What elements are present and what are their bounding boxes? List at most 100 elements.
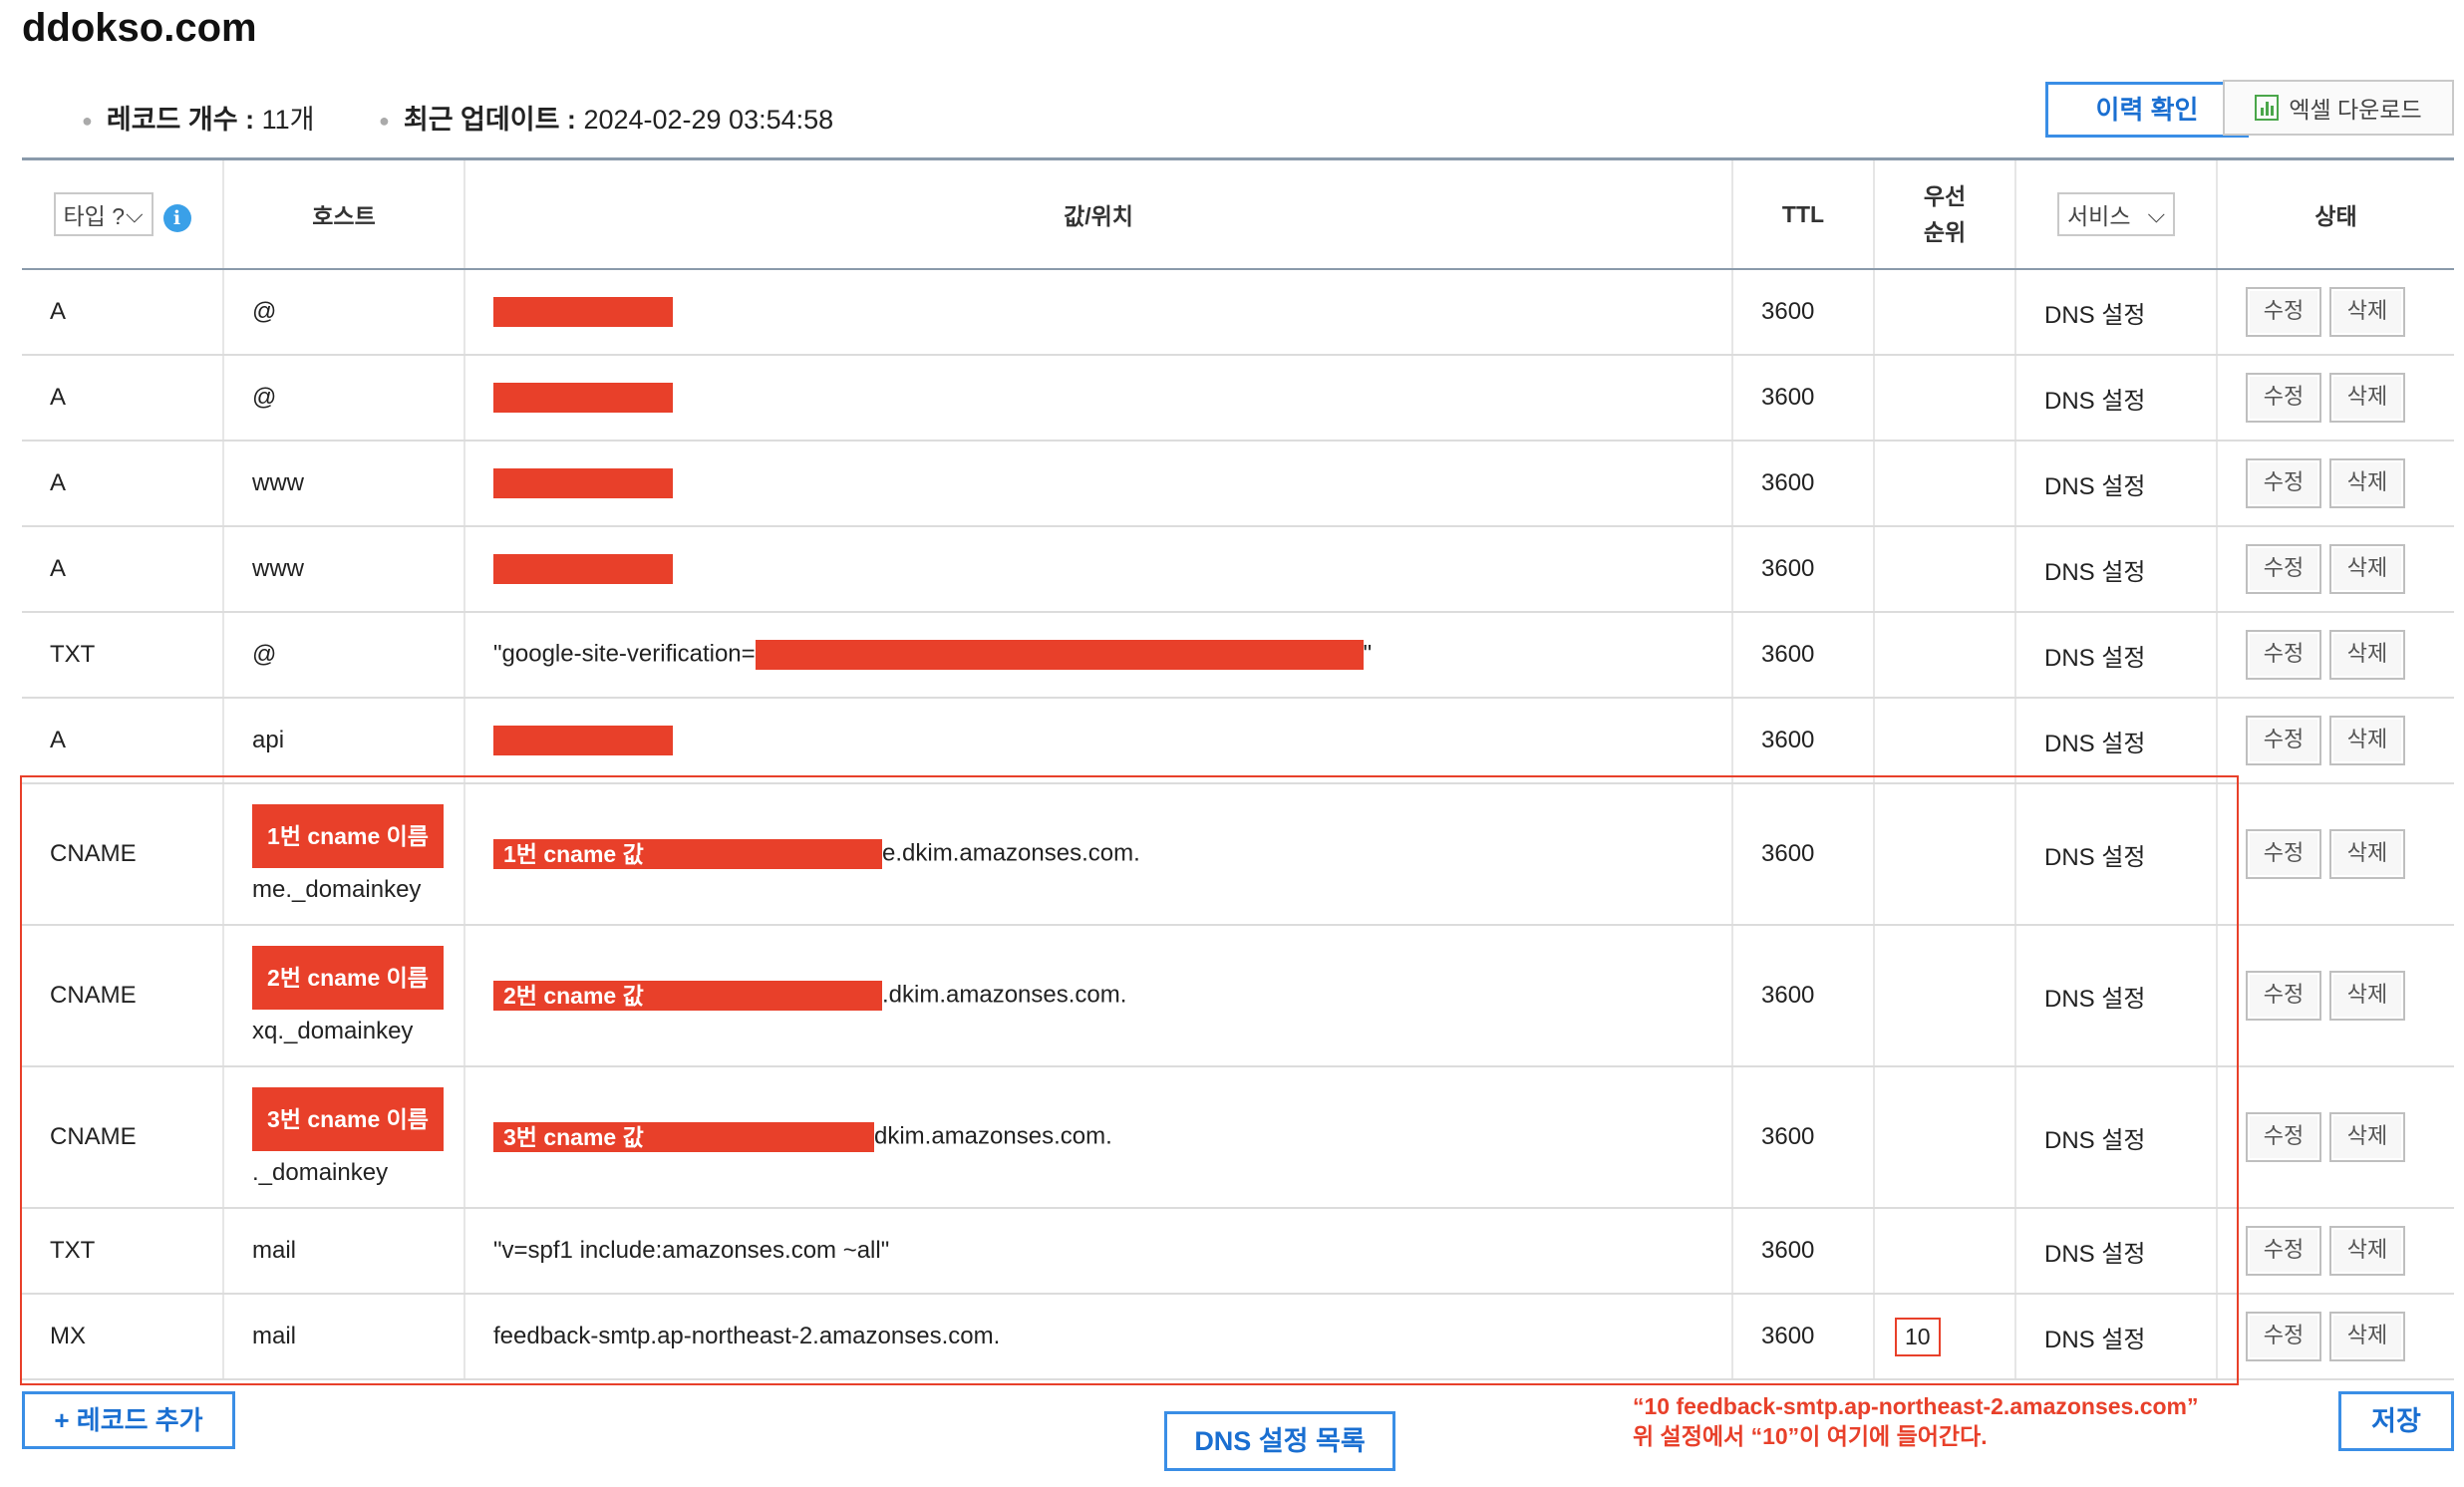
type-filter-label: 타입 ? bbox=[63, 203, 126, 229]
record-host: @ bbox=[222, 612, 464, 699]
record-priority bbox=[1873, 269, 2015, 356]
record-value-suffix: " bbox=[1363, 640, 1373, 668]
service-filter-label: 서비스 bbox=[2067, 203, 2131, 229]
record-service: DNS 설정 bbox=[2014, 783, 2217, 926]
dns-record-table: 타입 ? ⌵ i 호스트 값/위치 TTL 우선 순위 서비스 ⌵ 상태 A @ 36… bbox=[22, 157, 2454, 1380]
edit-button[interactable]: 수정 bbox=[2246, 1112, 2321, 1162]
record-value-prefix: "google-site-verification= bbox=[493, 640, 756, 668]
bullet-icon: ● bbox=[379, 111, 390, 132]
table-row: A api 3600 DNS 설정 수정 삭제 bbox=[22, 698, 2454, 784]
dns-list-button[interactable]: DNS 설정 목록 bbox=[1164, 1411, 1395, 1471]
excel-download-button[interactable]: 엑셀 다운로드 bbox=[2223, 80, 2454, 136]
type-filter-select[interactable]: 타입 ? ⌵ bbox=[53, 192, 154, 236]
record-service: DNS 설정 bbox=[2014, 441, 2217, 527]
edit-button[interactable]: 수정 bbox=[2246, 630, 2321, 680]
redaction-bar bbox=[493, 726, 673, 755]
record-host: @ bbox=[222, 355, 464, 442]
cname-name-annotation: 2번 cname 이름 bbox=[252, 946, 444, 1010]
edit-button[interactable]: 수정 bbox=[2246, 829, 2321, 879]
record-priority bbox=[1873, 1066, 2015, 1209]
delete-button[interactable]: 삭제 bbox=[2329, 716, 2405, 765]
edit-button[interactable]: 수정 bbox=[2246, 544, 2321, 594]
edit-button[interactable]: 수정 bbox=[2246, 1312, 2321, 1361]
priority-header-line1: 우선 bbox=[1923, 183, 1967, 209]
edit-button[interactable]: 수정 bbox=[2246, 287, 2321, 337]
record-host: mail bbox=[222, 1208, 464, 1295]
record-service: DNS 설정 bbox=[2014, 1208, 2217, 1295]
record-value bbox=[463, 269, 1732, 356]
type-header: 타입 ? ⌵ i bbox=[22, 158, 223, 270]
record-actions: 수정 삭제 bbox=[2216, 698, 2454, 784]
redaction-bar bbox=[493, 468, 673, 498]
last-update-value: 2024-02-29 03:54:58 bbox=[583, 105, 834, 135]
redaction-bar bbox=[493, 554, 673, 584]
record-value: 3번 cname 값 dkim.amazonses.com. bbox=[463, 1066, 1732, 1209]
record-value-suffix: e.dkim.amazonses.com. bbox=[882, 839, 1140, 867]
record-count: ● 레코드 개수 : 11개 bbox=[82, 98, 314, 137]
table-row: CNAME 2번 cname 이름 xq._domainkey 2번 cname … bbox=[22, 925, 2454, 1067]
edit-button[interactable]: 수정 bbox=[2246, 716, 2321, 765]
table-row: A @ 3600 DNS 설정 수정 삭제 bbox=[22, 355, 2454, 442]
value-header: 값/위치 bbox=[463, 158, 1732, 270]
add-record-button[interactable]: + 레코드 추가 bbox=[22, 1391, 235, 1449]
record-ttl: 3600 bbox=[1731, 698, 1874, 784]
edit-button[interactable]: 수정 bbox=[2246, 373, 2321, 423]
redaction-bar bbox=[493, 383, 673, 413]
edit-button[interactable]: 수정 bbox=[2246, 458, 2321, 508]
record-ttl: 3600 bbox=[1731, 1066, 1874, 1209]
record-type: CNAME bbox=[22, 925, 223, 1067]
last-update-label: 최근 업데이트 : bbox=[403, 105, 576, 135]
delete-button[interactable]: 삭제 bbox=[2329, 630, 2405, 680]
excel-download-label: 엑셀 다운로드 bbox=[2289, 97, 2422, 123]
record-service: DNS 설정 bbox=[2014, 612, 2217, 699]
record-ttl: 3600 bbox=[1731, 526, 1874, 613]
record-host: 2번 cname 이름 xq._domainkey bbox=[222, 925, 464, 1067]
record-count-value: 11개 bbox=[261, 105, 315, 135]
record-service: DNS 설정 bbox=[2014, 1066, 2217, 1209]
cname-value-annotation: 3번 cname 값 bbox=[493, 1122, 874, 1152]
record-actions: 수정 삭제 bbox=[2216, 269, 2454, 356]
edit-button[interactable]: 수정 bbox=[2246, 1226, 2321, 1276]
record-priority bbox=[1873, 355, 2015, 442]
annotation-note-line1: “10 feedback-smtp.ap-northeast-2.amazons… bbox=[1633, 1393, 2199, 1419]
delete-button[interactable]: 삭제 bbox=[2329, 829, 2405, 879]
info-icon[interactable]: i bbox=[162, 203, 191, 232]
delete-button[interactable]: 삭제 bbox=[2329, 287, 2405, 337]
record-priority bbox=[1873, 925, 2015, 1067]
delete-button[interactable]: 삭제 bbox=[2329, 1312, 2405, 1361]
delete-button[interactable]: 삭제 bbox=[2329, 1226, 2405, 1276]
table-row: A www 3600 DNS 설정 수정 삭제 bbox=[22, 441, 2454, 527]
table-header: 타입 ? ⌵ i 호스트 값/위치 TTL 우선 순위 서비스 ⌵ 상태 bbox=[22, 158, 2454, 270]
table-row: MX mail feedback-smtp.ap-northeast-2.ama… bbox=[22, 1294, 2454, 1380]
record-service: DNS 설정 bbox=[2014, 269, 2217, 356]
delete-button[interactable]: 삭제 bbox=[2329, 373, 2405, 423]
table-row: TXT @ "google-site-verification= " 3600 D… bbox=[22, 612, 2454, 699]
service-filter-select[interactable]: 서비스 ⌵ bbox=[2057, 192, 2175, 236]
delete-button[interactable]: 삭제 bbox=[2329, 1112, 2405, 1162]
record-service: DNS 설정 bbox=[2014, 1294, 2217, 1380]
delete-button[interactable]: 삭제 bbox=[2329, 458, 2405, 508]
record-type: A bbox=[22, 269, 223, 356]
record-value: 1번 cname 값 e.dkim.amazonses.com. bbox=[463, 783, 1732, 926]
record-host-text: xq._domainkey bbox=[252, 1018, 414, 1044]
record-actions: 수정 삭제 bbox=[2216, 783, 2454, 926]
record-ttl: 3600 bbox=[1731, 1208, 1874, 1295]
priority-header-line2: 순위 bbox=[1923, 219, 1967, 245]
table-row: CNAME 3번 cname 이름 ._domainkey 3번 cname 값d… bbox=[22, 1066, 2454, 1209]
delete-button[interactable]: 삭제 bbox=[2329, 971, 2405, 1021]
save-button[interactable]: 저장 bbox=[2338, 1391, 2454, 1451]
record-host-text: me._domainkey bbox=[252, 876, 422, 903]
record-host-text: ._domainkey bbox=[252, 1159, 389, 1186]
record-service: DNS 설정 bbox=[2014, 526, 2217, 613]
table-row: TXT mail "v=spf1 include:amazonses.com ~… bbox=[22, 1208, 2454, 1295]
edit-button[interactable]: 수정 bbox=[2246, 971, 2321, 1021]
record-ttl: 3600 bbox=[1731, 925, 1874, 1067]
bullet-icon: ● bbox=[82, 111, 93, 132]
history-button[interactable]: 이력 확인 bbox=[2045, 82, 2249, 138]
delete-button[interactable]: 삭제 bbox=[2329, 544, 2405, 594]
record-ttl: 3600 bbox=[1731, 1294, 1874, 1380]
record-service: DNS 설정 bbox=[2014, 925, 2217, 1067]
record-type: TXT bbox=[22, 1208, 223, 1295]
record-actions: 수정 삭제 bbox=[2216, 1294, 2454, 1380]
annotation-note: “10 feedback-smtp.ap-northeast-2.amazons… bbox=[1633, 1391, 2199, 1451]
